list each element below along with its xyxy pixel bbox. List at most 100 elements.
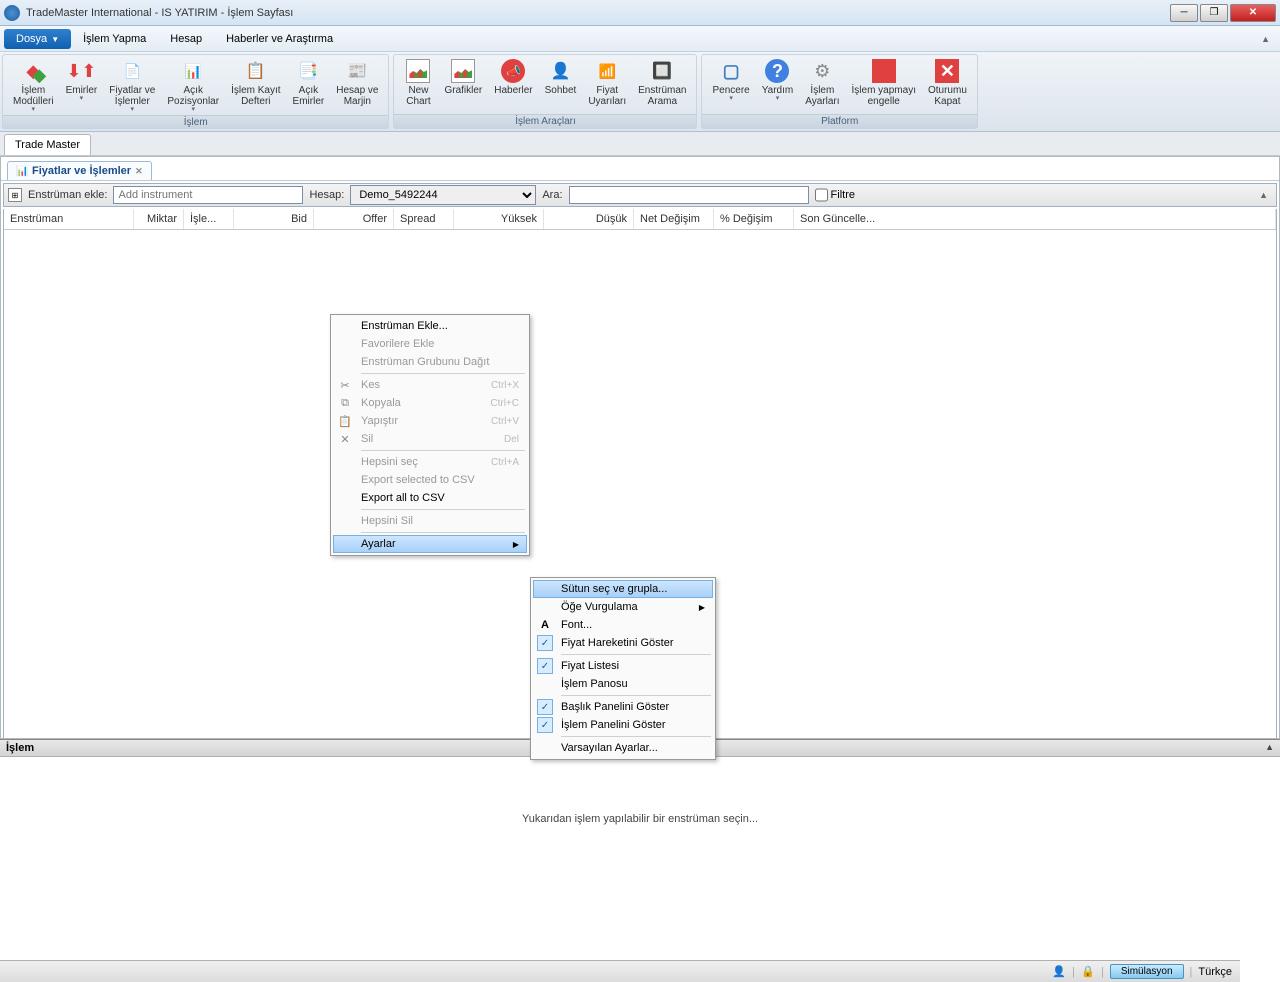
col-enstruman[interactable]: Enstrüman	[4, 209, 134, 229]
minimize-button[interactable]: ─	[1170, 4, 1198, 22]
filtre-checkbox[interactable]	[815, 186, 828, 204]
help-icon	[765, 59, 789, 83]
filter-bar: ⊞ Enstrüman ekle: Hesap: Demo_5492244 Ar…	[3, 183, 1277, 207]
ribbon-pozisyonlar[interactable]: Açık Pozisyonlar▾	[161, 57, 225, 115]
maximize-button[interactable]: ❐	[1200, 4, 1228, 22]
filtre-label: Filtre	[831, 189, 855, 201]
panel-collapse-icon[interactable]: ▲	[1265, 742, 1274, 754]
alerts-icon	[595, 59, 619, 83]
ctx-ayarlar[interactable]: Ayarlar▶	[333, 535, 527, 553]
lock-icon[interactable]: 🔒	[1081, 965, 1095, 979]
ribbon-oturumu-kapat[interactable]: Oturumu Kapat	[922, 57, 973, 114]
chat-icon	[548, 59, 572, 83]
add-instrument-input[interactable]	[113, 186, 303, 204]
language-label[interactable]: Türkçe	[1198, 966, 1232, 978]
ribbon-engelle[interactable]: İşlem yapmayı engelle	[846, 57, 922, 114]
col-son-guncelle[interactable]: Son Güncelle...	[794, 209, 1276, 229]
ribbon-grafikler[interactable]: Grafikler	[438, 57, 488, 114]
check-icon: ✓	[537, 635, 553, 651]
col-miktar[interactable]: Miktar	[134, 209, 184, 229]
chevron-right-icon: ▶	[513, 540, 519, 549]
ara-input[interactable]	[569, 186, 809, 204]
ribbon-enstruman-arama[interactable]: Enstrüman Arama	[632, 57, 692, 114]
close-button[interactable]: ✕	[1230, 4, 1276, 22]
ctx-kes: ✂KesCtrl+X	[333, 376, 527, 394]
user-status-icon[interactable]: 👤	[1052, 965, 1066, 979]
logout-icon	[935, 59, 959, 83]
menu-dosya[interactable]: Dosya▼	[4, 29, 71, 49]
ctx-separator	[561, 695, 711, 696]
ctx-font[interactable]: AFont...	[533, 616, 713, 634]
orders-icon: ⬇⬆	[69, 59, 93, 83]
ribbon-group-islem: İşlem Modülleri▾ ⬇⬆Emirler▾ Fiyatlar ve …	[2, 54, 389, 129]
col-isle[interactable]: İşle...	[184, 209, 234, 229]
tab-close-icon[interactable]: ✕	[135, 166, 143, 177]
bottom-panel-title: İşlem	[6, 742, 34, 754]
ribbon-hesap-marjin[interactable]: Hesap ve Marjin	[330, 57, 384, 115]
ctx-export-all[interactable]: Export all to CSV	[333, 489, 527, 507]
check-icon: ✓	[537, 699, 553, 715]
grid-icon[interactable]: ⊞	[8, 188, 22, 202]
col-spread[interactable]: Spread	[394, 209, 454, 229]
ctx-islem-panosu[interactable]: İşlem Panosu	[533, 675, 713, 693]
paste-icon: 📋	[337, 413, 353, 429]
ctx-islem-paneli[interactable]: ✓İşlem Panelini Göster	[533, 716, 713, 734]
ara-label: Ara:	[542, 189, 562, 201]
col-bid[interactable]: Bid	[234, 209, 314, 229]
hesap-select[interactable]: Demo_5492244	[350, 185, 536, 205]
ribbon-yardim[interactable]: Yardım▾	[756, 57, 800, 114]
charts-icon	[451, 59, 475, 83]
ribbon-islem-modulleri[interactable]: İşlem Modülleri▾	[7, 57, 60, 115]
check-icon: ✓	[537, 717, 553, 733]
modules-icon	[21, 59, 45, 83]
font-icon: A	[537, 617, 553, 633]
ctx-fiyat-hareketi[interactable]: ✓Fiyat Hareketini Göster	[533, 634, 713, 652]
ctx-fiyat-listesi[interactable]: ✓Fiyat Listesi	[533, 657, 713, 675]
ribbon-islem-ayarlari[interactable]: İşlem Ayarları	[799, 57, 845, 114]
ribbon-uyarilar[interactable]: Fiyat Uyarıları	[582, 57, 632, 114]
ribbon-new-chart[interactable]: New Chart	[398, 57, 438, 114]
ribbon-group-label: İşlem Araçları	[394, 114, 696, 128]
filterbar-collapse-icon[interactable]: ▲	[1255, 190, 1272, 200]
hesap-label: Hesap:	[309, 189, 344, 201]
block-icon	[872, 59, 896, 83]
ribbon-pencere[interactable]: Pencere▾	[706, 57, 755, 114]
ribbon-fiyatlar[interactable]: Fiyatlar ve İşlemler▾	[103, 57, 161, 115]
ribbon-group-label: Platform	[702, 114, 976, 128]
cut-icon: ✂	[337, 377, 353, 393]
ribbon-haberler[interactable]: Haberler	[488, 57, 538, 114]
prices-icon	[120, 59, 144, 83]
doc-tab-trademaster[interactable]: Trade Master	[4, 134, 91, 155]
ctx-sutun-sec[interactable]: Sütun seç ve grupla...	[533, 580, 713, 598]
menu-haberler[interactable]: Haberler ve Araştırma	[214, 29, 345, 49]
grid-header: Enstrüman Miktar İşle... Bid Offer Sprea…	[3, 209, 1277, 230]
menu-hesap[interactable]: Hesap	[158, 29, 214, 49]
ribbon: İşlem Modülleri▾ ⬇⬆Emirler▾ Fiyatlar ve …	[0, 52, 1280, 132]
col-net-degisim[interactable]: Net Değişim	[634, 209, 714, 229]
chart-icon	[406, 59, 430, 83]
ctx-varsayilan-ayarlar[interactable]: Varsayılan Ayarlar...	[533, 739, 713, 757]
col-yuksek[interactable]: Yüksek	[454, 209, 544, 229]
ctx-oge-vurgulama[interactable]: Öğe Vurgulama▶	[533, 598, 713, 616]
ribbon-acik-emirler[interactable]: Açık Emirler	[287, 57, 331, 115]
ctx-baslik-paneli[interactable]: ✓Başlık Panelini Göster	[533, 698, 713, 716]
col-offer[interactable]: Offer	[314, 209, 394, 229]
window-title: TradeMaster International - IS YATIRIM -…	[26, 7, 1170, 19]
account-icon	[345, 59, 369, 83]
col-pct-degisim[interactable]: % Değişim	[714, 209, 794, 229]
bottom-message: Yukarıdan işlem yapılabilir bir enstrüma…	[522, 813, 758, 825]
menu-islem-yapma[interactable]: İşlem Yapma	[71, 29, 158, 49]
ribbon-collapse-icon[interactable]: ▲	[1255, 34, 1276, 44]
col-dusuk[interactable]: Düşük	[544, 209, 634, 229]
window-buttons: ─ ❐ ✕	[1170, 4, 1276, 22]
ribbon-sohbet[interactable]: Sohbet	[539, 57, 583, 114]
ribbon-kayit-defteri[interactable]: İşlem Kayıt Defteri	[225, 57, 286, 115]
ribbon-emirler[interactable]: ⬇⬆Emirler▾	[60, 57, 104, 115]
ctx-export-selected: Export selected to CSV	[333, 471, 527, 489]
ctx-grubu-dagit: Enstrüman Grubunu Dağıt	[333, 353, 527, 371]
simulasyon-button[interactable]: Simülasyon	[1110, 964, 1184, 979]
ctx-separator	[361, 450, 525, 451]
settings-icon	[810, 59, 834, 83]
ctx-enstruman-ekle[interactable]: Enstrüman Ekle...	[333, 317, 527, 335]
inner-tab-fiyatlar[interactable]: Fiyatlar ve İşlemler ✕	[7, 161, 152, 180]
